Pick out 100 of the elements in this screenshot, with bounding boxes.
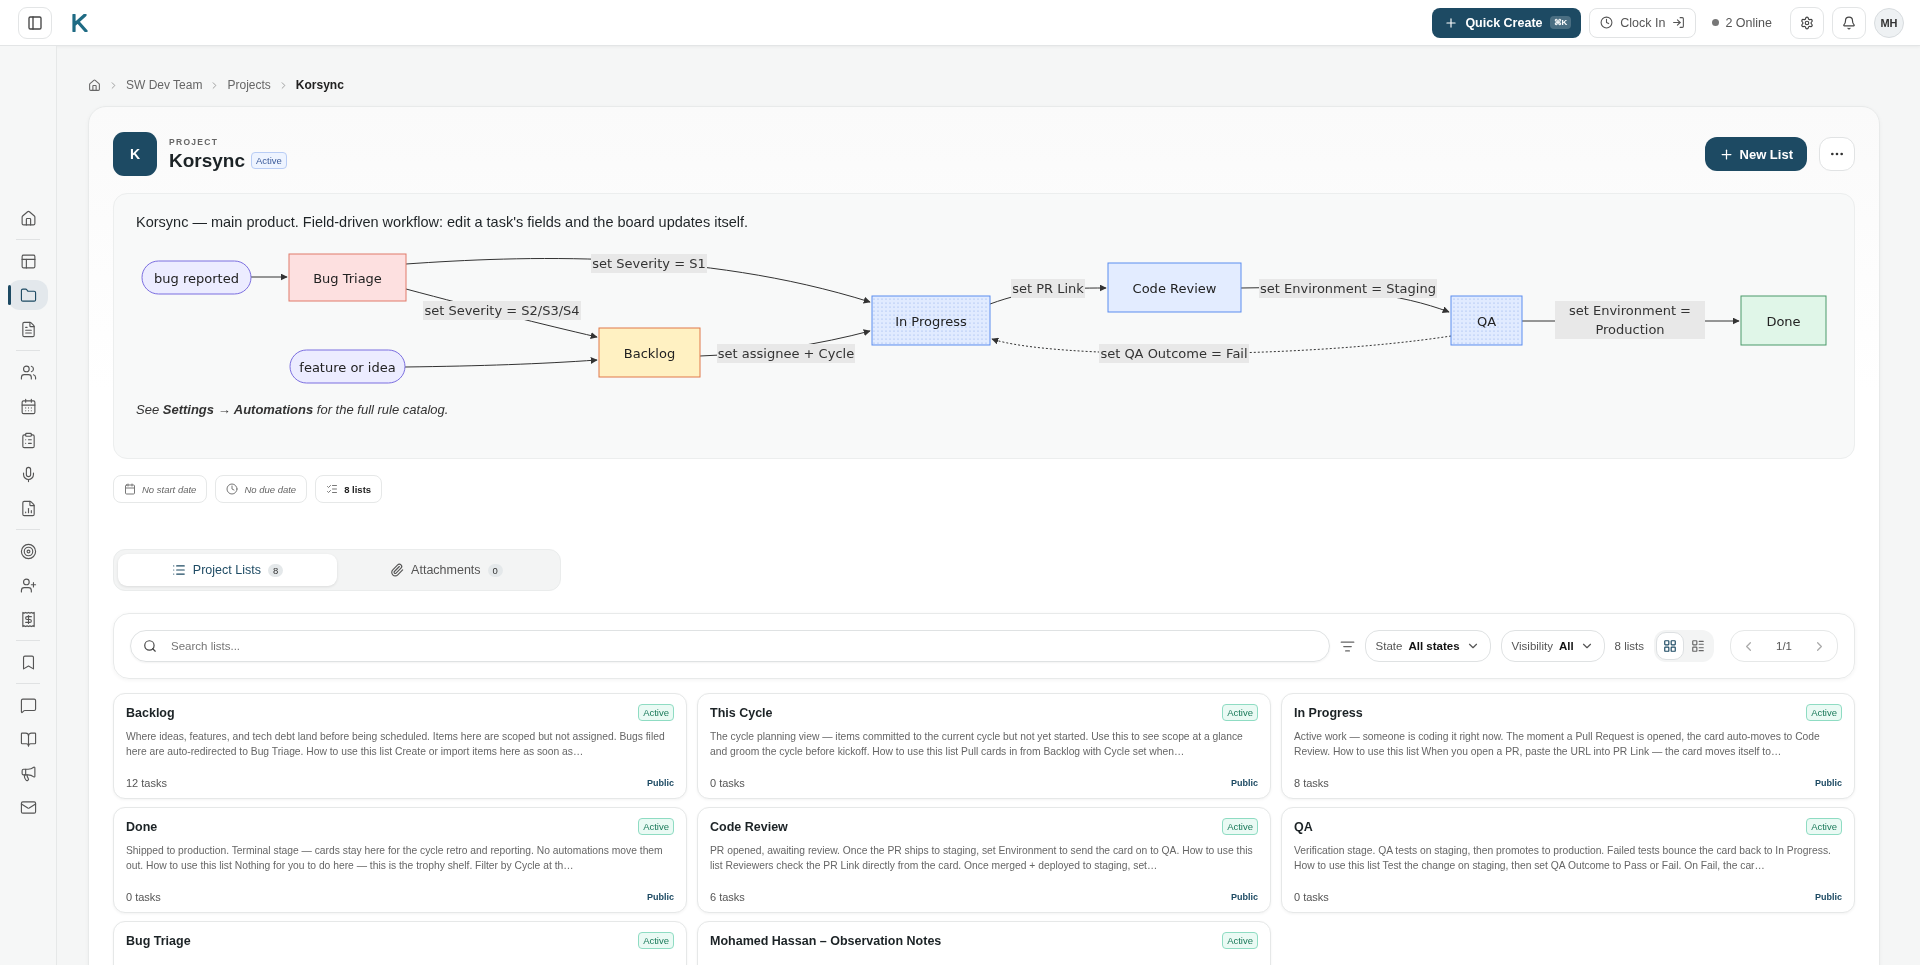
breadcrumb-link[interactable]: Projects bbox=[227, 78, 271, 92]
task-count: 0 tasks bbox=[710, 777, 745, 789]
start-node: feature or idea bbox=[289, 349, 406, 384]
home-icon[interactable] bbox=[88, 78, 101, 92]
user-avatar[interactable]: MH bbox=[1874, 7, 1904, 38]
list-card[interactable] bbox=[113, 693, 687, 799]
home-icon bbox=[19, 209, 37, 227]
status-badge: Active bbox=[251, 152, 287, 169]
list-title: Bug Triage bbox=[126, 933, 191, 948]
tab[interactable]: Attachments 0 bbox=[337, 554, 556, 586]
quick-create-button[interactable]: Quick Create ⌘K bbox=[1432, 7, 1582, 38]
list-card[interactable] bbox=[1281, 807, 1855, 913]
search-icon bbox=[143, 639, 157, 653]
list-description: Shipped to production. Terminal stage — cards stay here for the cycle retro and reporting. No automations move them out. How to use this list Nothing for you to do here — this is the trophy shelf. Filter by Cycle at th… bbox=[126, 844, 664, 873]
list-card[interactable] bbox=[697, 807, 1271, 913]
megaphone-icon bbox=[19, 764, 37, 782]
calendar-icon bbox=[124, 483, 136, 495]
process-node: In Progress bbox=[871, 295, 991, 346]
book-icon bbox=[19, 730, 37, 748]
edge-label: set PR Link bbox=[1011, 278, 1085, 298]
meta-chip: No start date bbox=[113, 475, 208, 503]
chat-icon bbox=[19, 696, 37, 714]
visibility-label: Public bbox=[1231, 778, 1258, 788]
edge-label: set Severity = S2/S3/S4 bbox=[423, 300, 581, 320]
checklist-icon bbox=[326, 483, 339, 495]
visibility-label: Public bbox=[647, 892, 674, 902]
project-description: Korsync — main product. Field-driven workflow: edit a task's fields and the board updates itself. bbox=[136, 214, 750, 230]
task-count: 0 tasks bbox=[1294, 891, 1329, 903]
task-count: 6 tasks bbox=[710, 891, 745, 903]
task-count: 8 tasks bbox=[1294, 777, 1329, 789]
notifications-button[interactable] bbox=[1832, 6, 1866, 39]
list-card[interactable] bbox=[1281, 693, 1855, 799]
filter-icon[interactable] bbox=[1339, 638, 1355, 654]
layout-icon bbox=[19, 252, 37, 270]
calendar-icon bbox=[19, 397, 37, 415]
clipboard-icon bbox=[19, 431, 37, 449]
status-badge: Active bbox=[638, 704, 674, 721]
meta-chip: No due date bbox=[215, 475, 308, 503]
logo-icon[interactable] bbox=[72, 13, 88, 32]
process-node: QA bbox=[1450, 295, 1523, 346]
clock-in-button[interactable]: Clock In bbox=[1589, 7, 1697, 38]
plus-icon bbox=[1718, 146, 1734, 162]
add-user-icon bbox=[19, 576, 37, 594]
start-node: bug reported bbox=[141, 260, 252, 295]
report-icon bbox=[19, 499, 37, 517]
online-status[interactable]: 2 Online bbox=[1704, 15, 1782, 30]
status-badge: Active bbox=[1222, 932, 1258, 949]
status-badge: Active bbox=[1806, 704, 1842, 721]
automation-note: See Settings → Automations for the full rule catalog. bbox=[136, 402, 450, 417]
edge-label: set Severity = S1 bbox=[591, 253, 707, 273]
state-dropdown[interactable]: State All states bbox=[1364, 630, 1491, 662]
settings-button[interactable] bbox=[1790, 6, 1824, 39]
page-indicator: 1/1 bbox=[1776, 640, 1792, 652]
list-title: This Cycle bbox=[710, 705, 773, 720]
edge-label: set assignee + Cycle bbox=[716, 343, 856, 363]
list-card[interactable] bbox=[113, 807, 687, 913]
connector-arrow bbox=[250, 273, 288, 281]
status-badge: Active bbox=[638, 818, 674, 835]
list-icon bbox=[171, 563, 186, 577]
settings-icon bbox=[1800, 15, 1814, 30]
document-icon bbox=[19, 320, 37, 338]
mail-icon bbox=[19, 798, 37, 816]
visibility-label: Public bbox=[1815, 892, 1842, 902]
task-count: 12 tasks bbox=[126, 777, 167, 789]
list-title: In Progress bbox=[1294, 705, 1363, 720]
list-description: Active work — someone is coding it right now. The moment a Pull Request is opened, the card auto-moves to Code Review. How to use this list When you open a PR, paste the URL into PR Link — the card moves itself to… bbox=[1294, 730, 1821, 759]
clock-icon bbox=[1600, 16, 1614, 29]
paperclip-icon bbox=[390, 563, 405, 577]
tab[interactable]: Project Lists 8 bbox=[118, 554, 337, 586]
visibility-dropdown[interactable]: Visibility All bbox=[1500, 630, 1605, 662]
process-node: Bug Triage bbox=[288, 253, 407, 302]
search-input[interactable]: Search lists... bbox=[169, 639, 1317, 653]
breadcrumb-link[interactable]: Korsync bbox=[295, 78, 344, 92]
list-title: Code Review bbox=[710, 819, 788, 834]
plus-icon bbox=[1444, 15, 1459, 30]
edge-label: set Environment = Staging bbox=[1259, 278, 1437, 298]
shortcut-hint: ⌘K bbox=[1549, 16, 1572, 29]
list-title: Done bbox=[126, 819, 158, 834]
list-card[interactable] bbox=[697, 693, 1271, 799]
new-list-button[interactable]: New List bbox=[1704, 137, 1807, 171]
sidebar-nav-button[interactable] bbox=[8, 280, 48, 310]
edge-label: set Environment = Production bbox=[1555, 301, 1705, 339]
grid-view-button[interactable] bbox=[1656, 632, 1684, 660]
breadcrumb-link[interactable]: SW Dev Team bbox=[126, 78, 203, 92]
status-badge: Active bbox=[1222, 704, 1258, 721]
list-card[interactable]: Bug Triage Active bbox=[113, 921, 687, 965]
meta-chip: 8 lists bbox=[315, 475, 383, 503]
visibility-label: Public bbox=[1231, 892, 1258, 902]
project-name: Korsync bbox=[169, 149, 246, 172]
process-node: Backlog bbox=[598, 327, 701, 378]
sidebar-toggle-button[interactable] bbox=[18, 6, 52, 39]
list-count: 8 lists bbox=[1614, 640, 1644, 652]
list-description: Where ideas, features, and tech debt land before being scheduled. Items here are scoped but not assigned. Bugs filed here are auto-redirected to Bug Triage. How to use this list Create or import items here as soon as… bbox=[126, 730, 666, 759]
list-description: The cycle planning view — items committed to the current cycle but not yet started. Use this to see scope at a glance and groom the cycle before kickoff. How to use this list Pull cards in from Backlog with Cycle set when… bbox=[710, 730, 1244, 759]
list-description: PR opened, awaiting review. Once the PR ships to staging, set Environment to send the card on to QA. How to use this list Reviewers check the PR Link directly from the card. Once merged + deployed to staging, set… bbox=[710, 844, 1254, 873]
list-description: Verification stage. QA tests on staging, then promotes to production. Failed tests bounce the card back to In Progress. How to use this list Test the change on staging, then set QA Outcome to Pass or Fail. On Fail, the car… bbox=[1294, 844, 1832, 873]
list-title: Backlog bbox=[126, 705, 175, 720]
clock-icon bbox=[226, 483, 239, 495]
list-card[interactable]: Mohamed Hassan – Observation Notes Active bbox=[697, 921, 1271, 965]
status-badge: Active bbox=[1222, 818, 1258, 835]
